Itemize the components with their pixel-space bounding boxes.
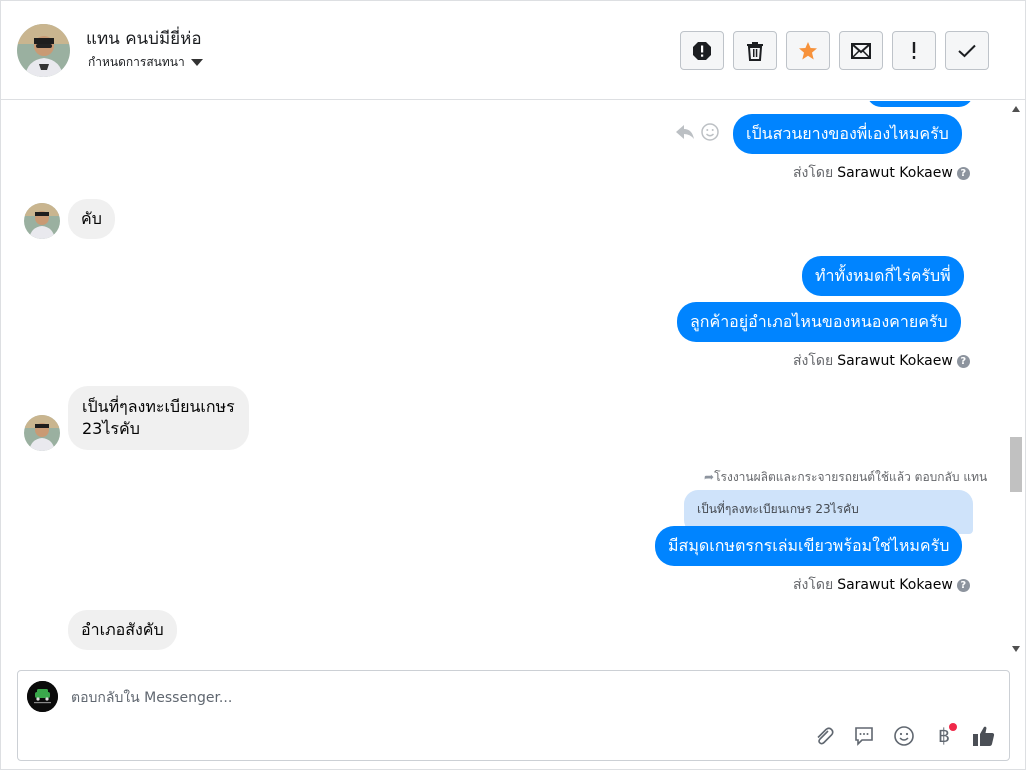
delete-button[interactable]: [733, 31, 777, 70]
help-icon[interactable]: ?: [956, 578, 970, 592]
star-icon: [799, 41, 817, 59]
alert-octagon-icon: [693, 41, 711, 60]
trash-icon: [747, 41, 763, 61]
reply-composer: ฿: [17, 670, 1010, 761]
saved-replies-button[interactable]: [851, 723, 877, 749]
scroll-thumb[interactable]: [1010, 437, 1022, 492]
message-bubble-incoming[interactable]: คับ: [68, 199, 115, 239]
help-icon[interactable]: ?: [956, 166, 970, 180]
message-bubble-outgoing[interactable]: มีสมุดเกษตรกรเล่มเขียวพร้อมใช่ไหมครับ: [655, 526, 963, 566]
speech-bubble-icon: [855, 727, 873, 746]
contact-avatar-small: [24, 203, 60, 239]
sent-by-name[interactable]: Sarawut Kokaew: [837, 353, 953, 369]
mark-done-button[interactable]: [945, 31, 989, 70]
message-line: 23ไรคับ: [82, 419, 140, 438]
message-tools: [675, 123, 719, 141]
assign-conversation-dropdown[interactable]: กำหนดการสนทนา: [88, 53, 203, 72]
message-bubble-outgoing[interactable]: เป็นสวนยางของพี่เองไหมครับ: [733, 114, 962, 154]
page-avatar: [27, 681, 58, 712]
report-spam-button[interactable]: [680, 31, 724, 70]
paperclip-icon: [817, 727, 834, 745]
sent-by-name[interactable]: Sarawut Kokaew: [837, 577, 953, 593]
sent-by-label: ส่งโดย Sarawut Kokaew ?: [793, 574, 970, 596]
sent-by-prefix: ส่งโดย: [793, 165, 834, 181]
thread-scrollbar[interactable]: [1008, 101, 1025, 657]
reply-input[interactable]: [71, 683, 771, 713]
emoji-button[interactable]: [891, 723, 917, 749]
message-thread[interactable]: เป็นสวนยางของพี่เองไหมครับ ส่งโดย Sarawu…: [1, 101, 1008, 657]
reply-context-note: ➦โรงงานผลิตและกระจายรถยนต์ใช้แล้ว ตอบกลั…: [704, 468, 987, 487]
check-icon: [958, 44, 976, 57]
reply-context-text: โรงงานผลิตและกระจายรถยนต์ใช้แล้ว ตอบกลับ…: [714, 470, 988, 484]
reply-icon[interactable]: [675, 123, 695, 141]
scroll-down-arrow-icon[interactable]: [1012, 646, 1020, 652]
caret-down-icon: [190, 59, 203, 66]
thumbs-up-icon: [973, 726, 995, 746]
assign-conversation-label: กำหนดการสนทนา: [88, 55, 185, 69]
sent-by-label: ส่งโดย Sarawut Kokaew ?: [793, 350, 970, 372]
sent-by-label: ส่งโดย Sarawut Kokaew ?: [793, 162, 970, 184]
envelope-icon: [851, 42, 871, 59]
message-bubble-outgoing-partial[interactable]: [867, 101, 973, 107]
help-icon[interactable]: ?: [956, 354, 970, 368]
conversation-header: แทน คนบ่มียี่ห่อ กำหนดการสนทนา: [1, 1, 1025, 100]
message-bubble-outgoing[interactable]: ทำทั้งหมดกี่ไร่ครับพี่: [802, 256, 964, 296]
like-button[interactable]: [971, 723, 997, 749]
star-button[interactable]: [786, 31, 830, 70]
conversation-actions: [680, 31, 989, 70]
composer-tools: ฿: [811, 723, 997, 749]
notification-dot: [949, 723, 957, 731]
message-line: เป็นที่ๆลงทะเบียนเกษร: [82, 397, 235, 416]
smiley-icon: [894, 726, 914, 746]
reply-arrow-icon: ➦: [704, 470, 715, 484]
exclamation-icon: [912, 41, 916, 59]
scroll-up-arrow-icon[interactable]: [1012, 106, 1020, 112]
message-bubble-outgoing[interactable]: ลูกค้าอยู่อำเภอไหนของหนองคายครับ: [677, 302, 961, 342]
emoji-react-icon[interactable]: [701, 123, 719, 141]
attach-button[interactable]: [811, 723, 837, 749]
sent-by-name[interactable]: Sarawut Kokaew: [837, 165, 953, 181]
mark-unread-button[interactable]: [839, 31, 883, 70]
follow-up-button[interactable]: [892, 31, 936, 70]
contact-avatar[interactable]: [17, 24, 70, 77]
message-bubble-incoming[interactable]: เป็นที่ๆลงทะเบียนเกษร 23ไรคับ: [68, 386, 249, 450]
contact-name[interactable]: แทน คนบ่มียี่ห่อ: [86, 25, 202, 52]
payment-button[interactable]: ฿: [931, 723, 957, 749]
sent-by-prefix: ส่งโดย: [793, 577, 834, 593]
message-bubble-incoming[interactable]: อำเภอสังคับ: [68, 610, 177, 650]
inbox-conversation-window: แทน คนบ่มียี่ห่อ กำหนดการสนทนา เป็นสวนยา…: [0, 0, 1026, 770]
contact-avatar-small: [24, 415, 60, 451]
sent-by-prefix: ส่งโดย: [793, 353, 834, 369]
